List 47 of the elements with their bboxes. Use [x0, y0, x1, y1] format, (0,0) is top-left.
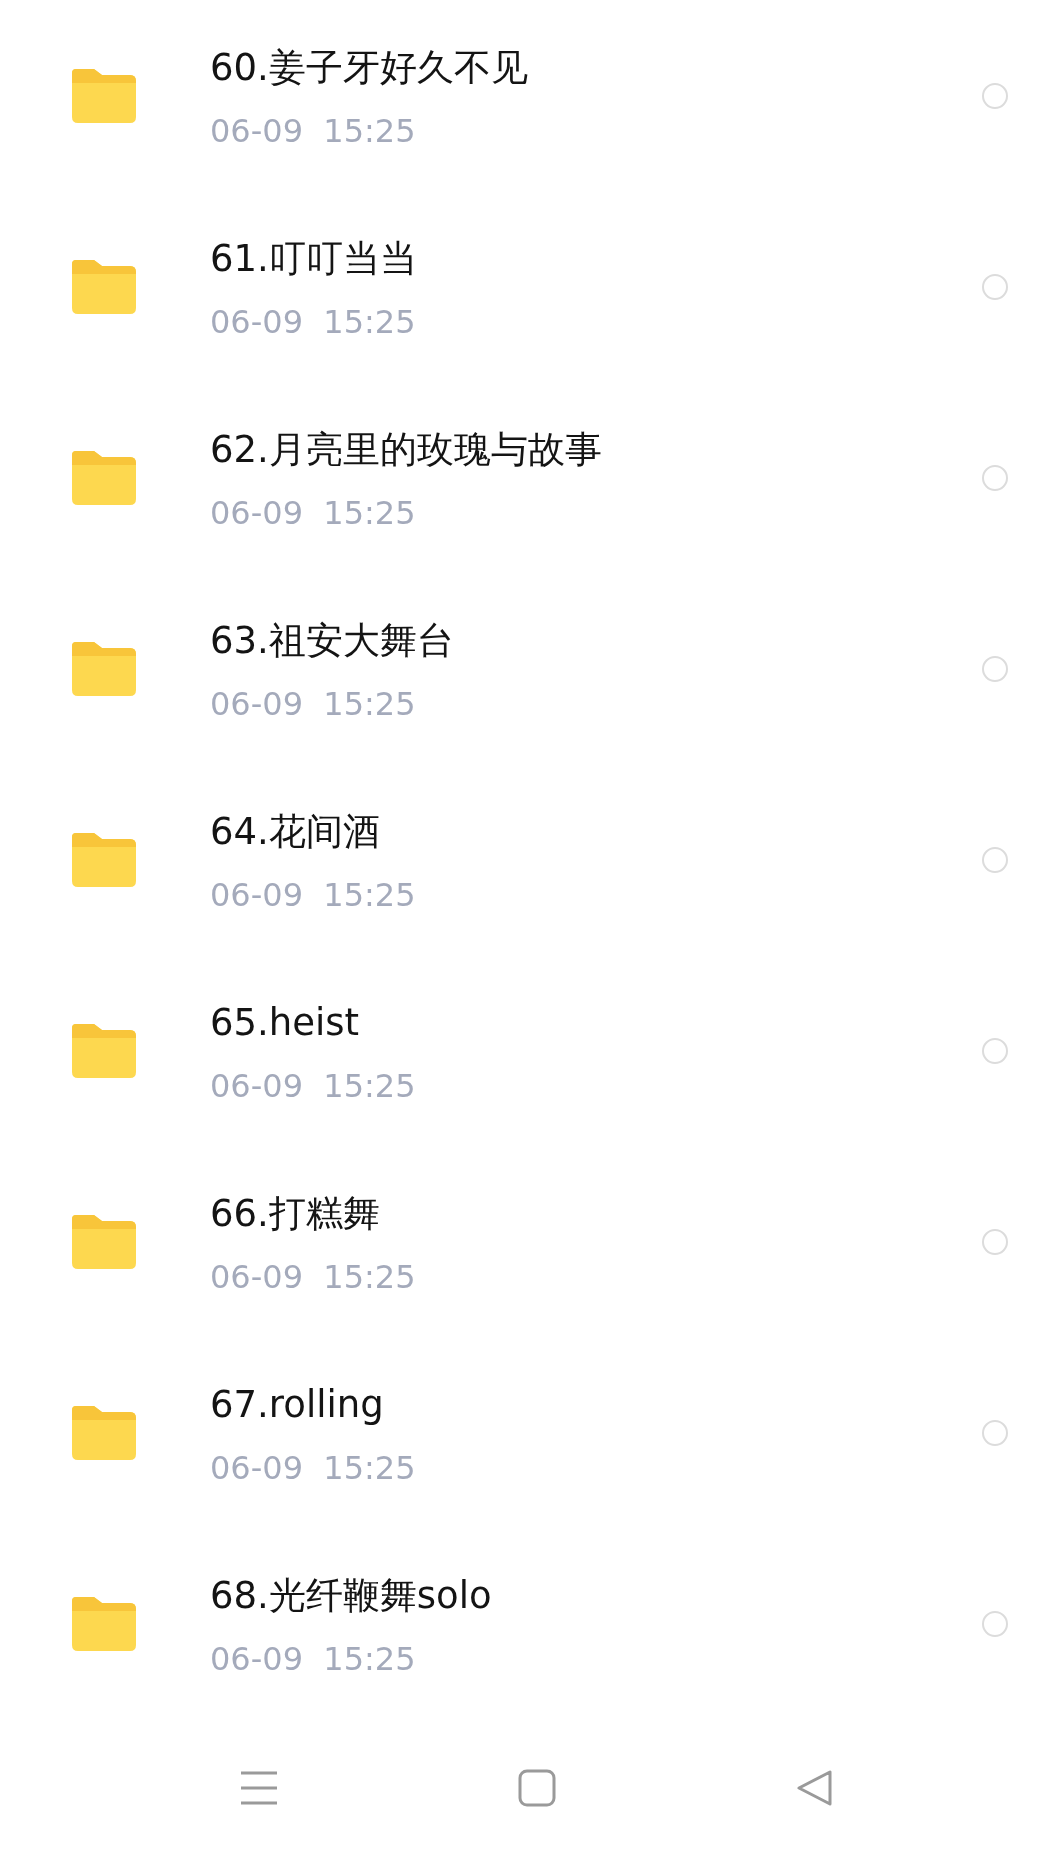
folder-icon: [72, 641, 136, 696]
folder-icon: [72, 1214, 136, 1269]
modified-date: 06-09 15:25: [210, 301, 417, 342]
select-radio[interactable]: [982, 655, 1008, 682]
modified-date: 06-09 15:25: [210, 1065, 417, 1106]
modified-date: 06-09 15:25: [210, 1447, 417, 1488]
folder-row[interactable]: 68.光纤鞭舞solo 06-09 15:25: [0, 1528, 1064, 1719]
folder-name: 61.叮叮当当: [210, 235, 418, 282]
folder-icon: [72, 1023, 136, 1078]
folder-row[interactable]: 63.祖安大舞台 06-09 15:25: [0, 573, 1064, 764]
select-radio[interactable]: [982, 1037, 1008, 1064]
folder-icon: [72, 1596, 136, 1651]
folder-icon: [72, 68, 136, 123]
folder-row[interactable]: 67.rolling 06-09 15:25: [0, 1337, 1064, 1528]
folder-icon: [72, 259, 136, 314]
modified-date: 06-09 15:25: [210, 1256, 417, 1297]
folder-icon: [72, 1405, 136, 1460]
back-icon[interactable]: [796, 1768, 834, 1807]
select-radio[interactable]: [982, 464, 1008, 491]
folder-row[interactable]: 62.月亮里的玫瑰与故事 06-09 15:25: [0, 382, 1064, 573]
folder-icon: [72, 832, 136, 887]
home-icon[interactable]: [518, 1768, 556, 1807]
folder-name: 62.月亮里的玫瑰与故事: [210, 426, 603, 473]
modified-date: 06-09 15:25: [210, 492, 417, 533]
folder-icon: [72, 450, 136, 505]
modified-date: 06-09 15:25: [210, 683, 417, 724]
select-radio[interactable]: [982, 846, 1008, 873]
select-radio[interactable]: [982, 273, 1008, 300]
modified-date: 06-09 15:25: [210, 110, 417, 151]
folder-name: 68.光纤鞭舞solo: [210, 1572, 493, 1619]
folder-row[interactable]: 66.打糕舞 06-09 15:25: [0, 1146, 1064, 1337]
folder-name: 67.rolling: [210, 1381, 385, 1428]
folder-name: 64.花间酒: [210, 808, 381, 855]
modified-date: 06-09 15:25: [210, 874, 417, 915]
folder-name: 66.打糕舞: [210, 1190, 381, 1237]
select-radio[interactable]: [982, 82, 1008, 109]
folder-row[interactable]: 65.heist 06-09 15:25: [0, 955, 1064, 1146]
select-radio[interactable]: [982, 1419, 1008, 1446]
modified-date: 06-09 15:25: [210, 1638, 417, 1679]
select-radio[interactable]: [982, 1610, 1008, 1637]
folder-name: 65.heist: [210, 999, 361, 1046]
select-radio[interactable]: [982, 1228, 1008, 1255]
folder-name: 63.祖安大舞台: [210, 617, 455, 664]
folder-row[interactable]: 64.花间酒 06-09 15:25: [0, 764, 1064, 955]
folder-row[interactable]: 60.姜子牙好久不见 06-09 15:25: [0, 0, 1064, 191]
folder-row[interactable]: 61.叮叮当当 06-09 15:25: [0, 191, 1064, 382]
folder-name: 60.姜子牙好久不见: [210, 44, 529, 91]
